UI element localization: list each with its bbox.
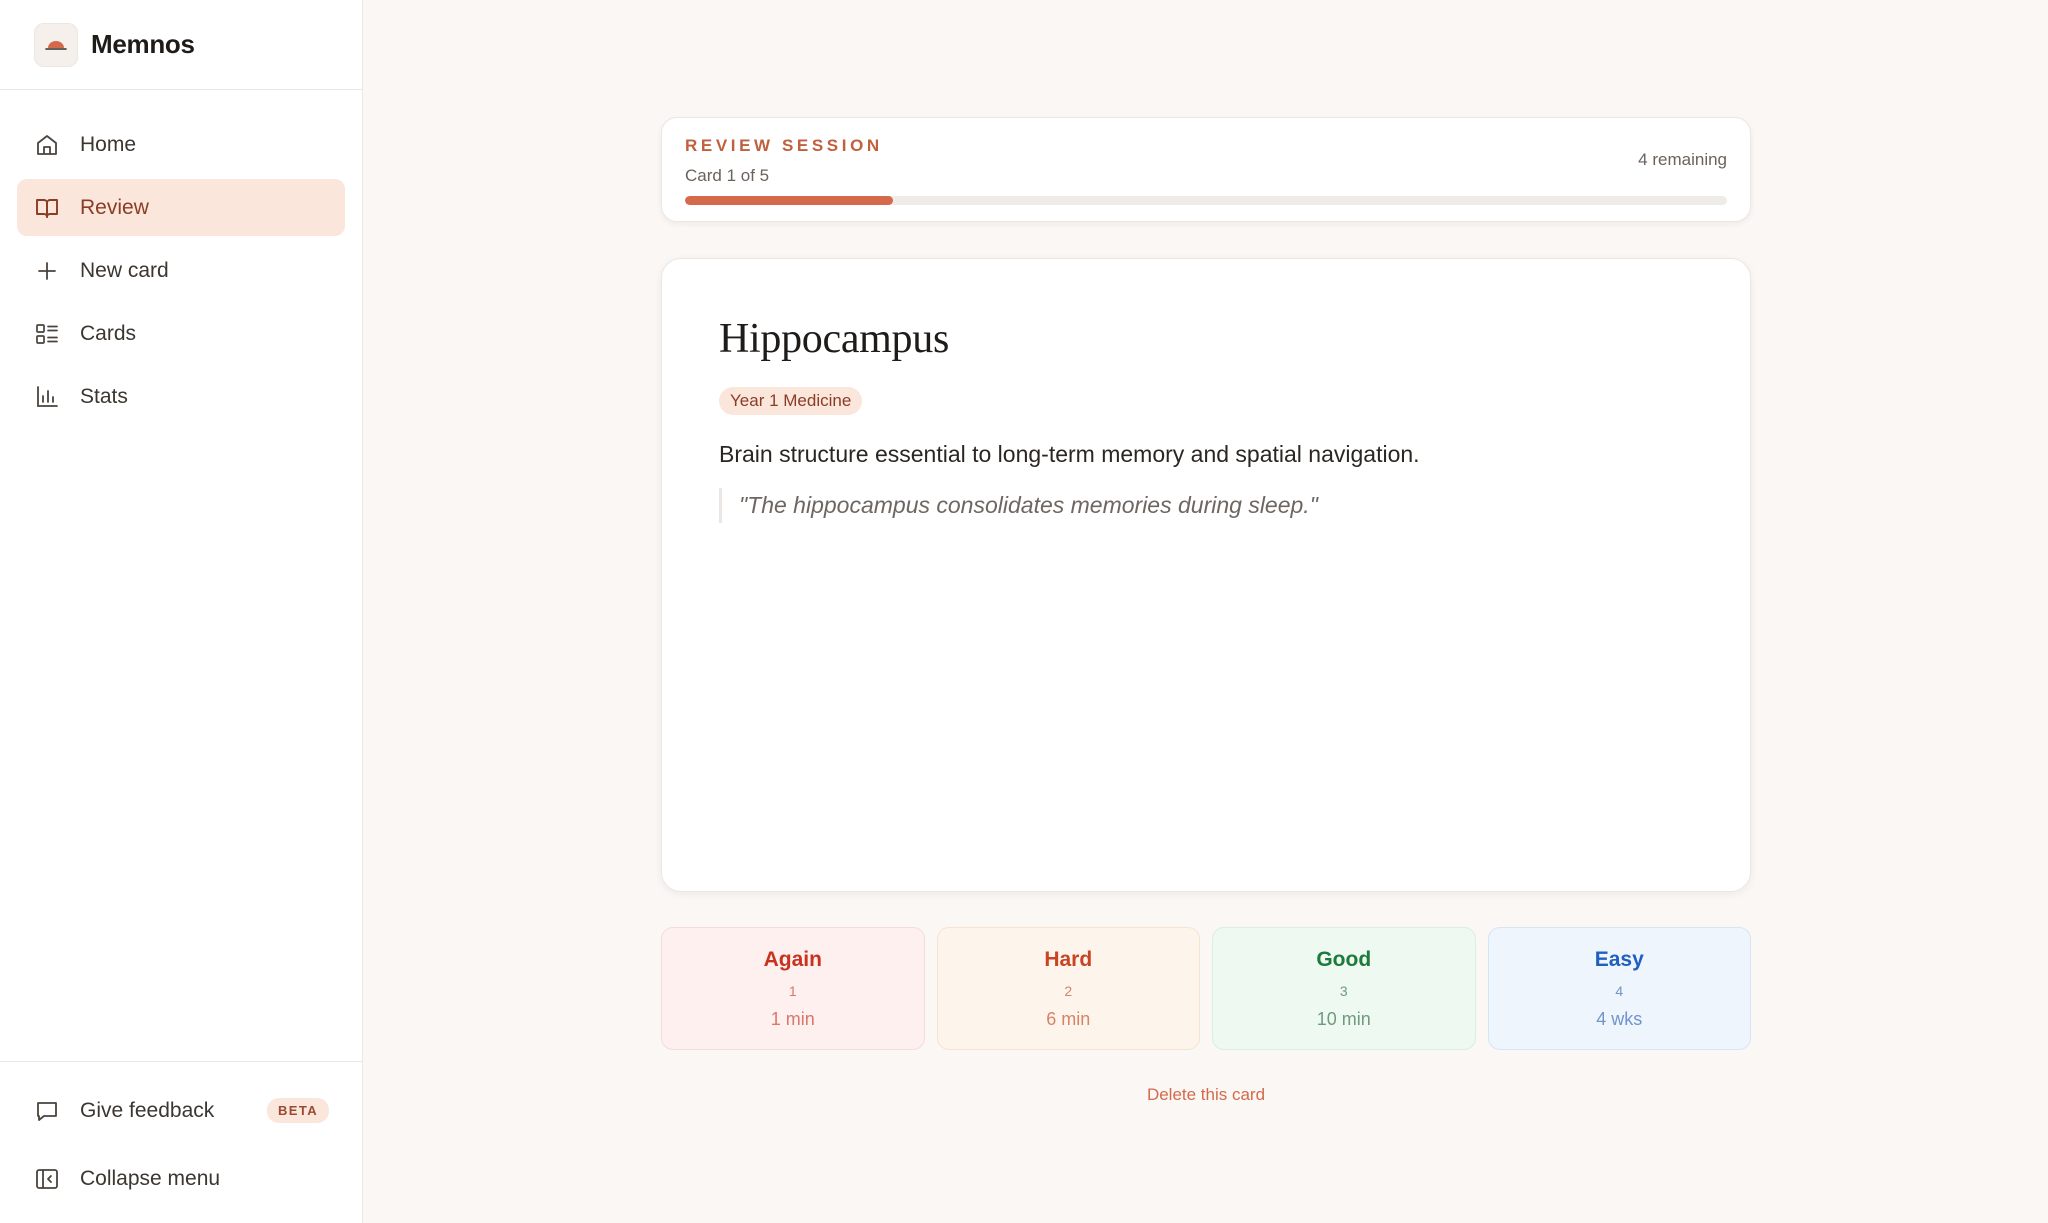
home-icon xyxy=(34,132,60,158)
grade-buttons: Again 1 1 min Hard 2 6 min Good 3 10 min… xyxy=(661,927,1751,1050)
grade-good-button[interactable]: Good 3 10 min xyxy=(1212,927,1476,1050)
grade-interval: 1 min xyxy=(770,1009,815,1029)
list-icon xyxy=(34,321,60,347)
sidebar-item-label: Cards xyxy=(80,321,137,345)
grade-shortcut-key: 2 xyxy=(1064,983,1073,999)
grade-interval: 6 min xyxy=(1046,1009,1091,1029)
sidebar-item-label: Review xyxy=(80,195,149,219)
message-square-icon xyxy=(34,1098,60,1124)
sidebar-item-label: Stats xyxy=(80,384,128,408)
app-logo-icon xyxy=(34,22,78,67)
grade-label: Again xyxy=(763,948,822,971)
grade-shortcut-key: 3 xyxy=(1339,983,1348,999)
flashcard[interactable]: Hippocampus Year 1 Medicine Brain struct… xyxy=(661,258,1751,892)
grade-hard-button[interactable]: Hard 2 6 min xyxy=(936,927,1200,1050)
brand-header: Memnos xyxy=(0,0,362,90)
grade-shortcut-key: 4 xyxy=(1615,983,1624,999)
grade-interval: 10 min xyxy=(1316,1009,1371,1029)
sidebar-item-label: Home xyxy=(80,132,137,156)
grade-shortcut-key: 1 xyxy=(788,983,797,999)
card-term: Hippocampus xyxy=(719,316,949,362)
review-session-header: Review session Card 1 of 5 4 remaining xyxy=(661,117,1751,222)
app-name: Memnos xyxy=(91,29,195,59)
session-remaining-count: 4 remaining xyxy=(1638,150,1727,169)
session-title: Review session xyxy=(685,136,883,155)
plus-icon xyxy=(34,258,60,284)
card-example-quote: "The hippocampus consolidates memories d… xyxy=(719,488,1693,523)
grade-label: Hard xyxy=(1044,948,1093,971)
sidebar-item-new-card[interactable]: New card xyxy=(17,242,345,299)
bar-chart-icon xyxy=(34,384,60,410)
delete-card-link[interactable]: Delete this card xyxy=(661,1085,1751,1105)
give-feedback-button[interactable]: Give feedback BETA xyxy=(17,1082,345,1139)
beta-badge: BETA xyxy=(266,1098,329,1123)
grade-again-button[interactable]: Again 1 1 min xyxy=(661,927,925,1050)
grade-label: Good xyxy=(1316,948,1372,971)
sidebar-nav: Home Review New card Cards Stats xyxy=(0,90,362,425)
collapse-menu-button[interactable]: Collapse menu xyxy=(17,1150,345,1207)
sidebar-item-cards[interactable]: Cards xyxy=(17,305,345,362)
sidebar-footer: Give feedback BETA Collapse menu xyxy=(0,1061,362,1223)
grade-interval: 4 wks xyxy=(1596,1009,1643,1029)
sidebar-item-review[interactable]: Review xyxy=(17,179,345,236)
grade-label: Easy xyxy=(1594,948,1644,971)
card-definition: Brain structure essential to long-term m… xyxy=(719,441,1420,467)
sidebar: Memnos Home Review New card Cards Stats … xyxy=(0,0,363,1223)
session-progress-bar xyxy=(685,196,1727,205)
session-progress-fill xyxy=(685,196,894,205)
grade-easy-button[interactable]: Easy 4 4 wks xyxy=(1487,927,1751,1050)
sidebar-item-stats[interactable]: Stats xyxy=(17,368,345,425)
book-open-icon xyxy=(34,195,60,221)
sidebar-collapse-icon xyxy=(34,1166,60,1192)
collapse-menu-label: Collapse menu xyxy=(80,1166,221,1190)
sidebar-item-home[interactable]: Home xyxy=(17,116,345,173)
deck-tag: Year 1 Medicine xyxy=(719,387,863,415)
main-content: Review session Card 1 of 5 4 remaining H… xyxy=(364,0,2048,1223)
give-feedback-label: Give feedback xyxy=(80,1098,215,1122)
session-progress-text: Card 1 of 5 xyxy=(685,166,770,185)
sidebar-item-label: New card xyxy=(80,258,169,282)
